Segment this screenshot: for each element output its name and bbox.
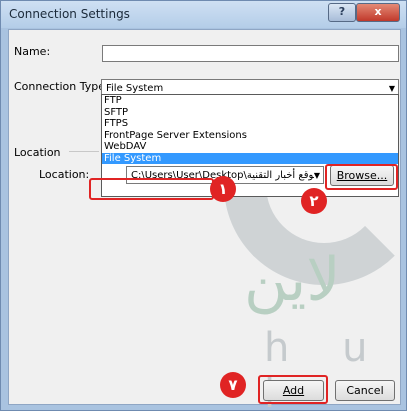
highlight-browse bbox=[325, 164, 398, 190]
cancel-label: Cancel bbox=[346, 384, 384, 397]
connection-settings-dialog: Connection Settings ? x لاين h u l Name:… bbox=[0, 0, 407, 417]
help-button[interactable]: ? bbox=[328, 3, 356, 22]
location-label: Location: bbox=[39, 168, 90, 181]
option-ftps[interactable]: FTPS bbox=[102, 118, 398, 130]
option-frontpage[interactable]: FrontPage Server Extensions bbox=[102, 130, 398, 142]
name-label: Name: bbox=[14, 45, 51, 58]
dialog-title: Connection Settings bbox=[9, 7, 130, 21]
dialog-body: لاين h u l Name: Connection Type: File S… bbox=[8, 29, 407, 417]
chevron-down-icon: ▼ bbox=[313, 171, 320, 180]
close-button[interactable]: x bbox=[356, 3, 400, 22]
step-marker-7: ٧ bbox=[220, 372, 246, 398]
name-input[interactable] bbox=[102, 45, 399, 62]
cancel-button[interactable]: Cancel bbox=[335, 380, 395, 401]
chevron-down-icon: ▼ bbox=[388, 84, 395, 93]
group-divider bbox=[69, 151, 99, 152]
step-marker-1: ١ bbox=[210, 176, 236, 202]
option-sftp[interactable]: SFTP bbox=[102, 107, 398, 119]
location-group-label: Location bbox=[14, 146, 61, 159]
title-bar: Connection Settings ? x bbox=[1, 1, 406, 28]
option-file-system[interactable]: File System bbox=[102, 152, 398, 164]
highlight-add bbox=[258, 375, 328, 404]
step-marker-2: ٢ bbox=[301, 188, 327, 214]
watermark-arabic-text: لاين bbox=[244, 245, 341, 315]
connection-type-value: File System bbox=[106, 83, 164, 94]
option-ftp[interactable]: FTP bbox=[102, 95, 398, 107]
option-webdav[interactable]: WebDAV bbox=[102, 141, 398, 153]
connection-type-label: Connection Type: bbox=[14, 80, 109, 93]
highlight-file-system bbox=[89, 178, 214, 200]
